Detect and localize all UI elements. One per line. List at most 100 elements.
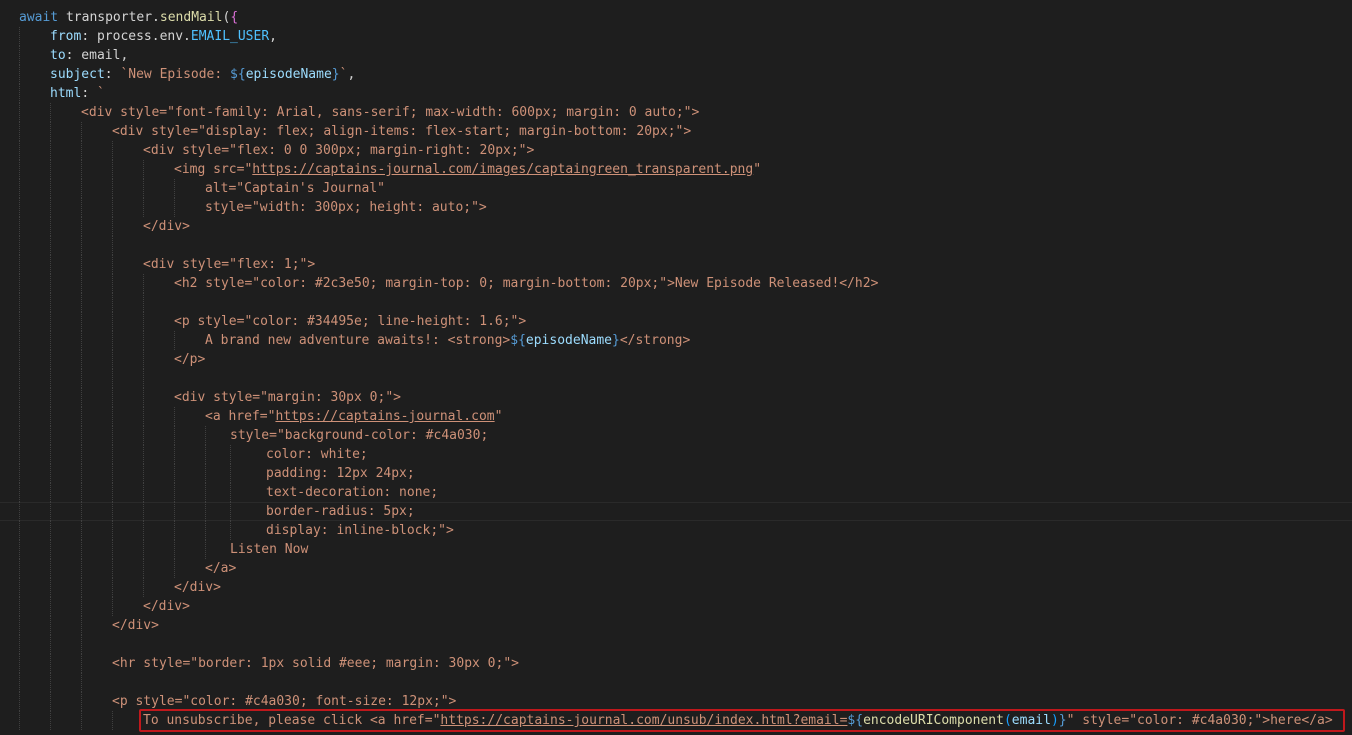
indent-guide [112, 369, 113, 388]
indent-guide [112, 540, 113, 559]
indent-guide [19, 369, 20, 388]
code-line[interactable]: Listen Now [0, 540, 1352, 559]
code-line[interactable]: <a href="https://captains-journal.com" [0, 407, 1352, 426]
indent-guide [81, 426, 82, 445]
code-line[interactable]: color: white; [0, 445, 1352, 464]
indent-guide [81, 635, 82, 654]
code-token: ${ [230, 67, 246, 82]
code-line[interactable]: To unsubscribe, please click <a href="ht… [0, 711, 1352, 730]
indent-guide [112, 578, 113, 597]
code-line[interactable]: padding: 12px 24px; [0, 464, 1352, 483]
code-token: <div style="display: flex; align-items: … [112, 124, 692, 139]
code-line[interactable]: <div style="margin: 30px 0;"> [0, 388, 1352, 407]
code-token: A brand new adventure awaits!: <strong> [205, 333, 511, 348]
code-token: subject [50, 67, 105, 82]
indent-guide [81, 388, 82, 407]
code-line[interactable]: style="background-color: #c4a030; [0, 426, 1352, 445]
code-line[interactable]: display: inline-block;"> [0, 521, 1352, 540]
code-line[interactable]: <div style="display: flex; align-items: … [0, 122, 1352, 141]
indent-guide [112, 331, 113, 350]
indent-guide [230, 502, 231, 521]
indent-guide [174, 445, 175, 464]
code-line[interactable] [0, 369, 1352, 388]
indent-guide [112, 236, 113, 255]
code-token: <div style="flex: 1;"> [143, 257, 316, 272]
code-token: { [230, 10, 239, 25]
code-editor[interactable]: await transporter.sendMail({from: proces… [0, 0, 1352, 735]
indent-guide [50, 141, 51, 160]
indent-guide [143, 312, 144, 331]
code-line[interactable]: </p> [0, 350, 1352, 369]
indent-guide [230, 483, 231, 502]
indent-guide [174, 483, 175, 502]
code-line[interactable]: <div style="flex: 0 0 300px; margin-righ… [0, 141, 1352, 160]
indent-guide [19, 103, 20, 122]
code-text: text-decoration: none; [266, 483, 438, 502]
code-text: <img src="https://captains-journal.com/i… [174, 160, 761, 179]
code-line[interactable] [0, 635, 1352, 654]
indent-guide [81, 312, 82, 331]
code-line[interactable]: to: email, [0, 46, 1352, 65]
code-line[interactable]: <div style="flex: 1;"> [0, 255, 1352, 274]
indent-guide [112, 198, 113, 217]
code-line[interactable]: </div> [0, 597, 1352, 616]
indent-guide [50, 502, 51, 521]
code-token: padding: 12px 24px; [266, 466, 415, 481]
code-line[interactable]: from: process.env.EMAIL_USER, [0, 27, 1352, 46]
code-line[interactable] [0, 673, 1352, 692]
indent-guide [112, 464, 113, 483]
indent-guide [205, 502, 206, 521]
code-line[interactable]: <p style="color: #c4a030; font-size: 12p… [0, 692, 1352, 711]
indent-guide [19, 616, 20, 635]
indent-guide [143, 502, 144, 521]
indent-guide [81, 122, 82, 141]
code-line[interactable]: <div style="font-family: Arial, sans-ser… [0, 103, 1352, 122]
indent-guide [19, 331, 20, 350]
code-line[interactable]: </div> [0, 217, 1352, 236]
indent-guide [112, 407, 113, 426]
code-line[interactable]: <img src="https://captains-journal.com/i… [0, 160, 1352, 179]
indent-guide [174, 521, 175, 540]
indent-guide [81, 274, 82, 293]
code-token: alt="Captain's Journal" [205, 181, 386, 196]
indent-guide [112, 350, 113, 369]
code-line[interactable]: <p style="color: #34495e; line-height: 1… [0, 312, 1352, 331]
code-token: <hr style="border: 1px solid #eee; margi… [112, 656, 519, 671]
indent-guide [112, 388, 113, 407]
code-line[interactable]: </div> [0, 578, 1352, 597]
code-text: A brand new adventure awaits!: <strong>$… [205, 331, 690, 350]
code-token: </div> [112, 618, 159, 633]
code-line[interactable]: <hr style="border: 1px solid #eee; margi… [0, 654, 1352, 673]
code-text: </p> [174, 350, 205, 369]
code-line[interactable]: await transporter.sendMail({ [0, 8, 1352, 27]
indent-guide [50, 331, 51, 350]
indent-guide [112, 274, 113, 293]
indent-guide [19, 274, 20, 293]
code-token: `New Episode: [120, 67, 231, 82]
indent-guide [81, 559, 82, 578]
code-line[interactable] [0, 293, 1352, 312]
indent-guide [81, 578, 82, 597]
code-line[interactable] [0, 236, 1352, 255]
code-line[interactable]: A brand new adventure awaits!: <strong>$… [0, 331, 1352, 350]
indent-guide [81, 483, 82, 502]
code-line[interactable]: border-radius: 5px; [0, 502, 1352, 521]
code-text: style="width: 300px; height: auto;"> [205, 198, 487, 217]
code-line[interactable]: <h2 style="color: #2c3e50; margin-top: 0… [0, 274, 1352, 293]
code-line[interactable]: </div> [0, 616, 1352, 635]
code-line[interactable]: subject: `New Episode: ${episodeName}`, [0, 65, 1352, 84]
code-token: ${ [510, 333, 526, 348]
code-token: : email, [65, 48, 129, 63]
code-line[interactable]: alt="Captain's Journal" [0, 179, 1352, 198]
indent-guide [19, 122, 20, 141]
code-line[interactable]: html: ` [0, 84, 1352, 103]
code-line[interactable]: style="width: 300px; height: auto;"> [0, 198, 1352, 217]
indent-guide [19, 464, 20, 483]
code-line[interactable]: text-decoration: none; [0, 483, 1352, 502]
indent-guide [81, 502, 82, 521]
indent-guide [81, 369, 82, 388]
indent-guide [112, 141, 113, 160]
code-text: padding: 12px 24px; [266, 464, 415, 483]
indent-guide [50, 255, 51, 274]
code-line[interactable]: </a> [0, 559, 1352, 578]
